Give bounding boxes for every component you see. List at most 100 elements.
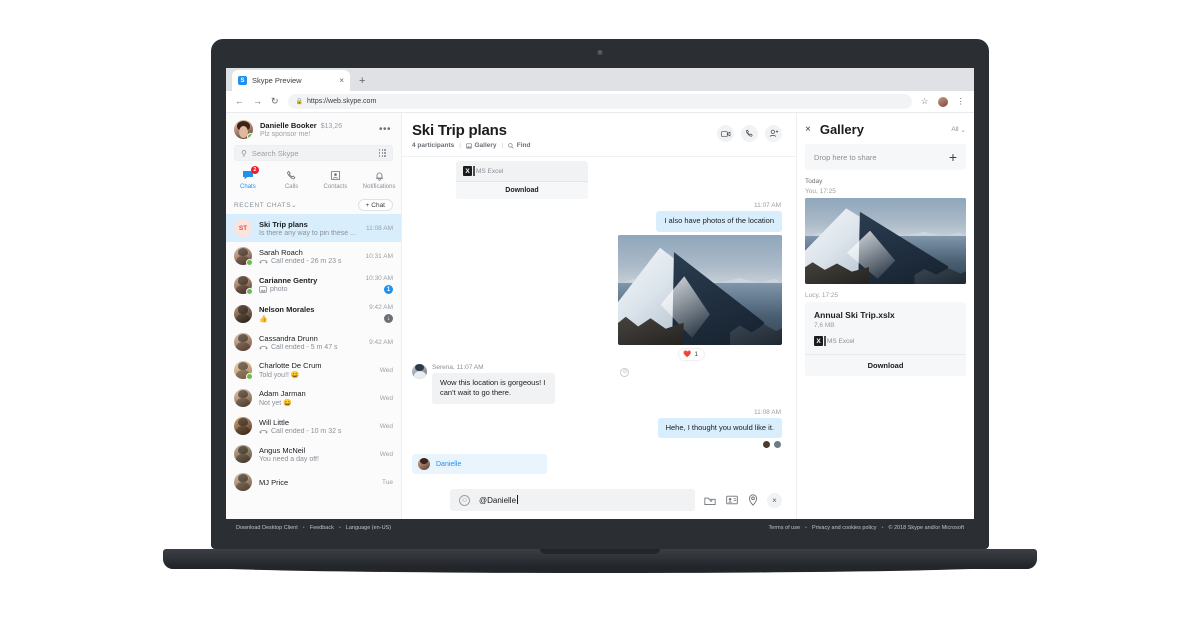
browser-window: S Skype Preview × + ← → ↻ 🔒 https://web.… <box>226 68 974 519</box>
audio-call-button[interactable] <box>741 125 758 142</box>
add-people-button[interactable] <box>765 125 782 142</box>
browser-menu-icon[interactable]: ⋮ <box>957 96 966 107</box>
reload-icon[interactable]: ↻ <box>271 97 279 106</box>
list-item[interactable]: Nelson Morales 👍 9:42 AM ↓ <box>226 299 401 328</box>
sidebar-tab-label: Contacts <box>323 184 348 190</box>
send-file-button[interactable] <box>704 495 716 506</box>
footer-link[interactable]: Privacy and cookies policy <box>812 525 877 531</box>
avatar <box>774 441 781 448</box>
download-button[interactable]: Download <box>456 181 588 199</box>
address-bar[interactable]: 🔒 https://web.skype.com <box>287 94 912 109</box>
footer-link[interactable]: Language (en-US) <box>346 525 391 531</box>
gallery-file-card[interactable]: Annual Ski Trip.xslx 7,6 MB X MS Excel D… <box>805 302 966 376</box>
browser-profile-avatar[interactable] <box>937 96 948 107</box>
avatar: ST <box>234 219 252 237</box>
send-contact-button[interactable] <box>726 495 738 505</box>
list-item[interactable]: Charlotte De Crum Told you!! 😄 Wed <box>226 356 401 384</box>
close-icon[interactable]: × <box>805 124 811 135</box>
gallery-photo[interactable] <box>805 198 966 284</box>
call-ended-icon <box>259 429 268 434</box>
chat-time: Wed <box>379 450 393 458</box>
reaction-row: ❤️ 1 <box>412 348 782 360</box>
chat-preview: Call ended - 10 m 32 s <box>259 428 373 435</box>
new-chat-button[interactable]: + Chat <box>357 199 393 211</box>
close-composer-button[interactable]: × <box>767 492 782 508</box>
call-ended-icon <box>259 259 268 264</box>
close-icon[interactable]: × <box>339 76 344 85</box>
gallery-panel: × Gallery All ⌄ Drop here to share + Tod… <box>796 113 974 519</box>
list-item[interactable]: MJ Price Tue <box>226 468 401 496</box>
chat-name: Sarah Roach <box>259 247 303 257</box>
new-tab-button[interactable]: + <box>359 76 365 87</box>
photo-icon <box>259 286 267 293</box>
list-item[interactable]: Carianne Gentry photo 10:30 AM 1 <box>226 270 401 299</box>
chat-name: MJ Price <box>259 477 289 487</box>
avatar[interactable] <box>234 120 253 139</box>
footer-link[interactable]: Terms of use <box>769 525 800 531</box>
chat-name: Will Little <box>259 417 290 427</box>
add-reaction-icon[interactable]: ☺ <box>620 367 630 377</box>
message-bubble[interactable]: I also have photos of the location <box>656 211 782 232</box>
list-item[interactable]: Angus McNeil You need a day off! Wed <box>226 440 401 468</box>
dialpad-icon[interactable] <box>378 149 386 157</box>
page-title: Ski Trip plans <box>412 122 507 139</box>
message-sender: Serena, 11:07 AM <box>432 363 484 371</box>
sidebar-tab-contacts[interactable]: Contacts <box>314 169 358 190</box>
message-input[interactable]: ☺ @Danielle <box>450 489 695 511</box>
list-item[interactable]: Cassandra Drunn Call ended - 5 m 47 s 9:… <box>226 328 401 356</box>
url-text: https://web.skype.com <box>307 98 377 105</box>
list-item[interactable]: Adam Jarman Not yet 😄 Wed <box>226 384 401 412</box>
chat-name: Charlotte De Crum <box>259 361 322 370</box>
emoji-icon[interactable]: ☺ <box>459 494 470 506</box>
footer-link[interactable]: Download Desktop Client <box>236 525 298 531</box>
message-image[interactable] <box>618 234 782 345</box>
chat-name: Ski Trip plans <box>259 219 308 229</box>
list-item[interactable]: ST Ski Trip plans Is there any way to pi… <box>226 214 401 242</box>
avatar[interactable] <box>412 363 427 379</box>
browser-tabstrip: S Skype Preview × + <box>226 68 974 91</box>
more-options-icon[interactable]: ••• <box>379 124 393 135</box>
message-reaction[interactable]: ❤️ 1 <box>679 348 704 360</box>
download-button[interactable]: Download <box>805 354 966 376</box>
find-link[interactable]: Find <box>508 142 530 149</box>
sidebar-tab-chats[interactable]: 2 Chats <box>226 166 270 190</box>
chat-time: 10:31 AM <box>365 252 393 260</box>
conversation-panel: Ski Trip plans 4 participants | Gallery … <box>402 113 796 519</box>
chat-list[interactable]: ST Ski Trip plans Is there any way to pi… <box>226 214 401 519</box>
read-receipts <box>412 441 782 448</box>
file-app-label: MS Excel <box>827 337 855 345</box>
gallery-filter-dropdown[interactable]: All ⌄ <box>951 126 966 134</box>
reaction-count: 1 <box>694 350 698 358</box>
send-location-button[interactable] <box>748 494 758 506</box>
browser-tab[interactable]: S Skype Preview × <box>232 70 350 91</box>
back-icon[interactable]: ← <box>235 97 244 106</box>
sidebar-tab-calls[interactable]: Calls <box>270 169 314 190</box>
video-call-button[interactable] <box>717 125 734 142</box>
bookmark-star-icon[interactable]: ☆ <box>921 96 929 107</box>
drop-zone[interactable]: Drop here to share + <box>805 144 966 170</box>
chat-preview: photo <box>259 286 359 293</box>
footer-link[interactable]: Feedback <box>310 525 334 531</box>
search-input[interactable]: ⚲ Search Skype <box>234 145 393 161</box>
gallery-item-author: You, 17:25 <box>805 188 836 195</box>
sidebar-tab-notifications[interactable]: Notifications <box>357 169 401 190</box>
chevron-down-icon[interactable]: ⌄ <box>291 201 297 209</box>
message-list[interactable]: X MS Excel Download 11:07 AM I also have… <box>402 157 796 485</box>
gallery-link[interactable]: Gallery <box>466 142 497 149</box>
avatar <box>234 389 252 407</box>
forward-icon[interactable]: → <box>253 97 262 106</box>
add-file-button[interactable]: + <box>949 150 957 164</box>
chat-time: 11:08 AM <box>366 224 393 232</box>
recent-chats-label: RECENT CHATS <box>234 201 292 209</box>
message-bubble[interactable]: Hehe, I thought you would like it. <box>657 417 782 438</box>
search-row: ⚲ Search Skype <box>226 143 401 167</box>
list-item[interactable]: Will Little Call ended - 10 m 32 s Wed <box>226 412 401 440</box>
mention-suggestion[interactable]: Danielle <box>412 454 547 474</box>
contacts-icon <box>330 169 341 182</box>
my-profile-row[interactable]: Danielle Booker $13,26 Plz sponsor me! •… <box>226 113 401 143</box>
file-attachment-card[interactable]: X MS Excel Download <box>456 161 588 199</box>
message-bubble[interactable]: Wow this location is gorgeous! I can't w… <box>432 372 555 404</box>
mention-name: Danielle <box>436 460 462 468</box>
message-row: I also have photos of the location <box>412 211 782 232</box>
list-item[interactable]: Sarah Roach Call ended - 26 m 23 s 10:31… <box>226 242 401 270</box>
